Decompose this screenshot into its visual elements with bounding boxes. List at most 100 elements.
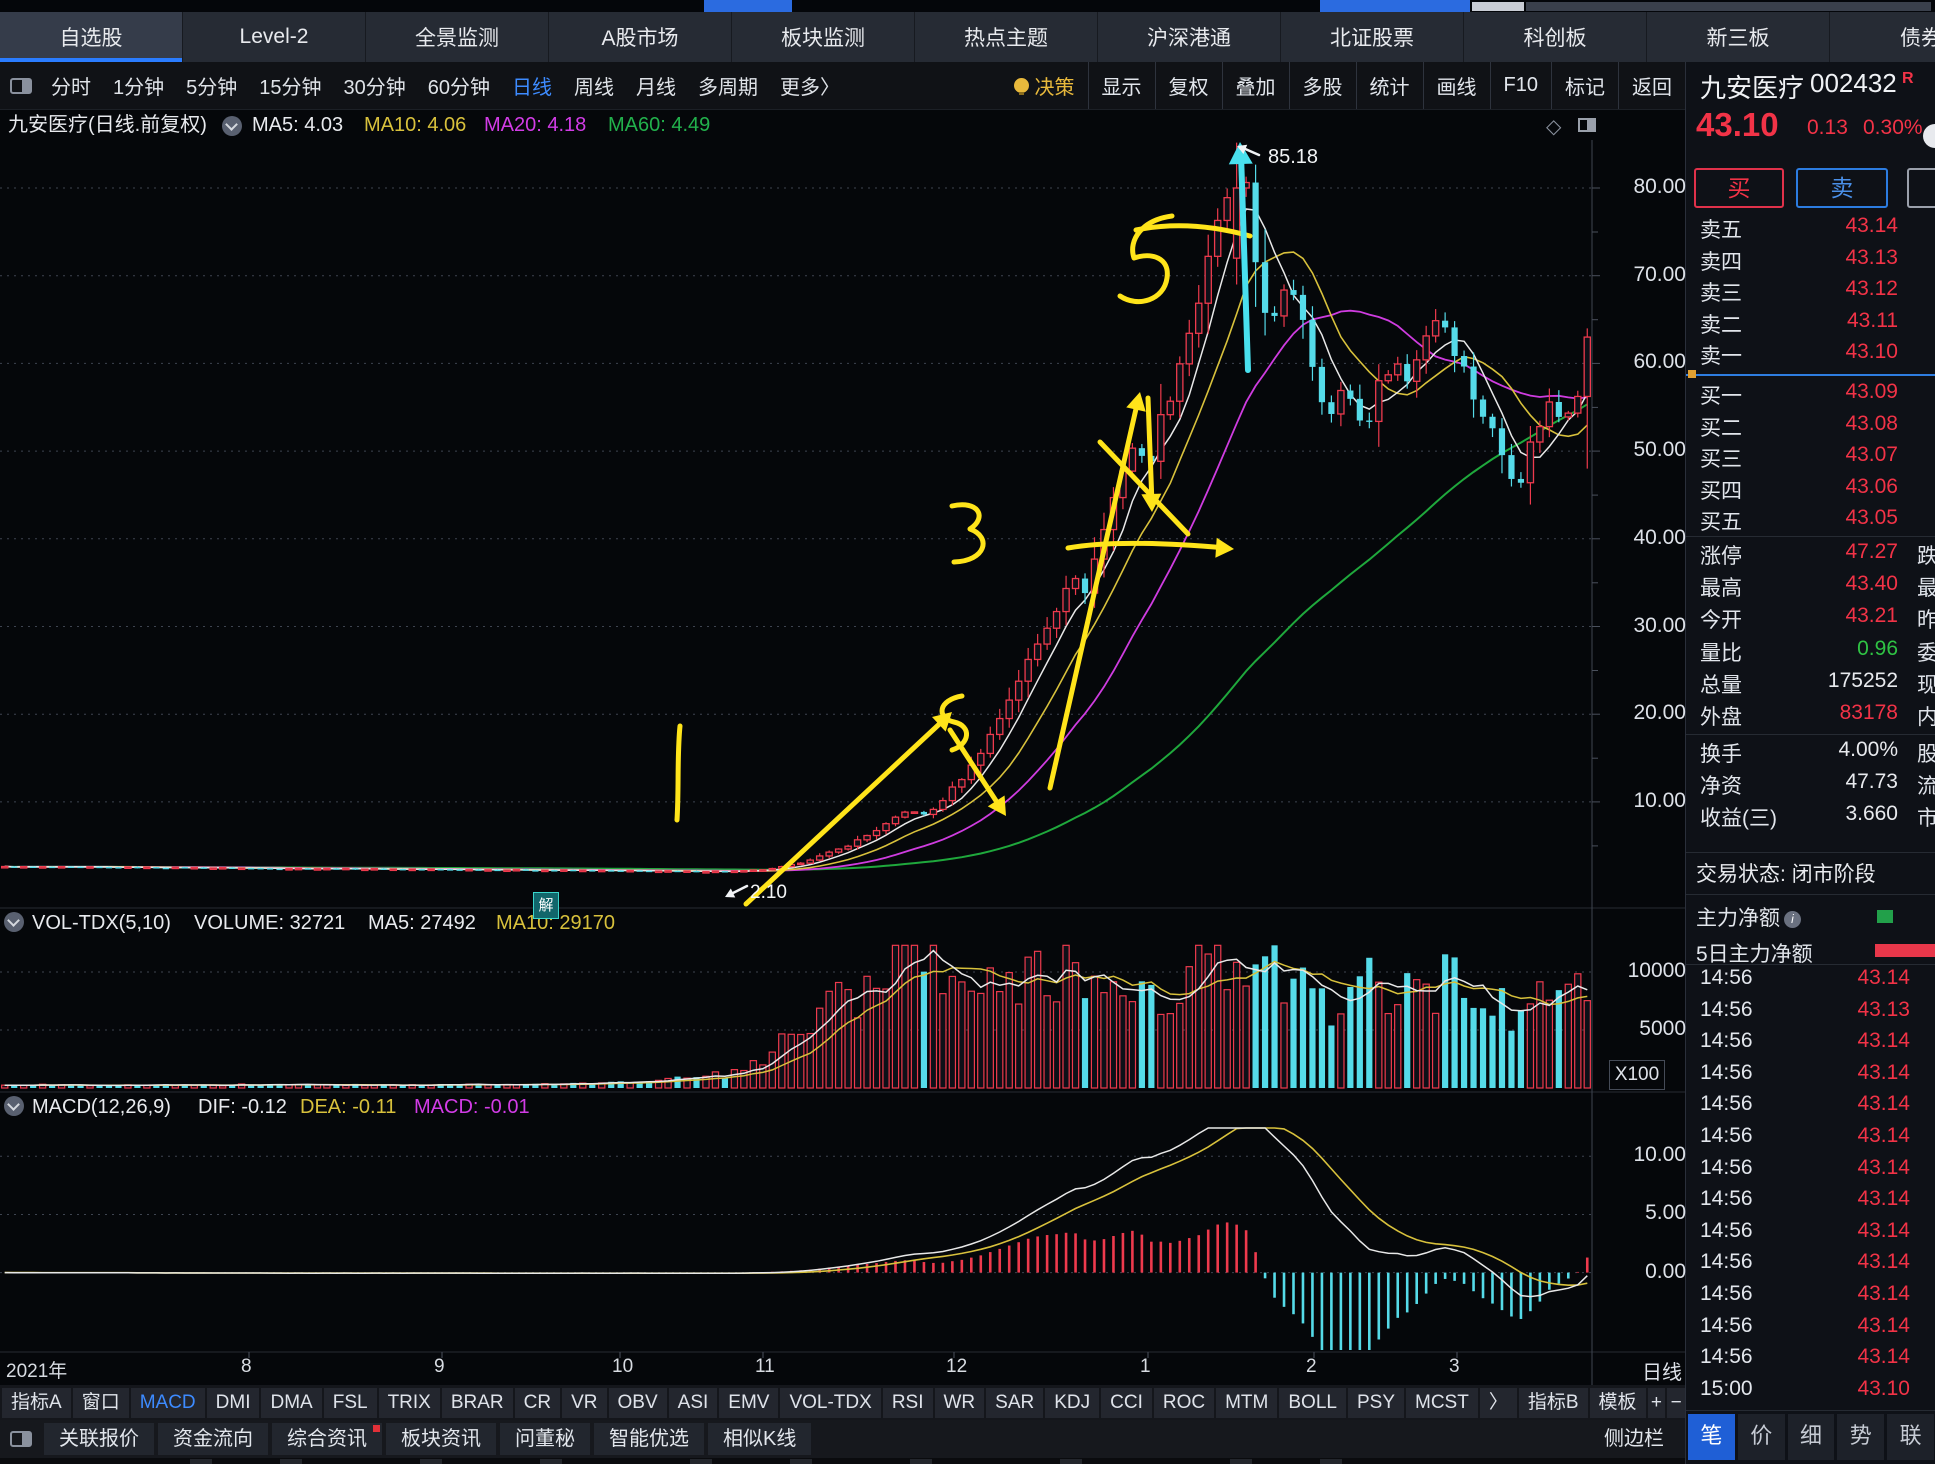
bid-row-3[interactable]: 买三43.07 (1686, 443, 1935, 474)
clipped-second-column: 跌 (1917, 540, 1935, 570)
bottom-tab-5[interactable]: 问董秘 (500, 1423, 590, 1455)
indicator-tab-21[interactable]: MTM (1216, 1388, 1277, 1418)
indicator-tab-5[interactable]: DMA (261, 1388, 321, 1418)
level-label: 卖一 (1700, 340, 1742, 370)
bottom-tab-3[interactable]: 综合资讯 (272, 1423, 382, 1455)
indicator-tab-3[interactable]: MACD (131, 1388, 205, 1418)
stat-value: 47.73 (1776, 770, 1898, 794)
date-axis-label: 1 (1140, 1356, 1151, 1378)
indicator-tab-22[interactable]: BOLL (1279, 1388, 1346, 1418)
indicator-tab-27[interactable]: 模板 (1590, 1388, 1646, 1418)
indicator-tab-23[interactable]: PSY (1348, 1388, 1404, 1418)
bid-row-1[interactable]: 买一43.09 (1686, 380, 1935, 411)
tick-row-12[interactable]: 14:5643.14 (1686, 1314, 1935, 1345)
clipped-button[interactable] (1907, 168, 1935, 208)
quote-tab-5[interactable]: 联 (1887, 1414, 1934, 1460)
tick-row-11[interactable]: 14:5643.14 (1686, 1282, 1935, 1313)
indicator-tab-9[interactable]: CR (515, 1388, 560, 1418)
price-change: 0.13 (1807, 116, 1848, 140)
volume-unit-box: X100 (1609, 1060, 1665, 1090)
stat-label: 总量 (1700, 669, 1742, 699)
tick-row-5[interactable]: 14:5643.14 (1686, 1092, 1935, 1123)
bid-row-4[interactable]: 买四43.06 (1686, 475, 1935, 506)
indicator-tab-bar: 指标A窗口MACDDMIDMAFSLTRIXBRARCRVROBVASIEMVV… (0, 1385, 1685, 1420)
indicator-tab-16[interactable]: WR (935, 1388, 985, 1418)
tick-row-3[interactable]: 14:5643.14 (1686, 1029, 1935, 1060)
bottom-tab-6[interactable]: 智能优选 (594, 1423, 704, 1455)
sell-button[interactable]: 卖 (1796, 168, 1888, 208)
clipped-second-column: 股 (1917, 738, 1935, 768)
buy-button[interactable]: 买 (1694, 168, 1784, 208)
quote-tab-1[interactable]: 笔 (1688, 1414, 1735, 1460)
tick-time: 14:56 (1700, 1124, 1753, 1148)
tick-row-14[interactable]: 15:0043.10 (1686, 1377, 1935, 1408)
tick-row-6[interactable]: 14:5643.14 (1686, 1124, 1935, 1155)
bottom-tab-4[interactable]: 板块资讯 (386, 1423, 496, 1455)
tick-row-7[interactable]: 14:5643.14 (1686, 1156, 1935, 1187)
taskbar-icon (1320, 1459, 1342, 1464)
indicator-tab-24[interactable]: MCST (1406, 1388, 1478, 1418)
sidebar-toggle-button[interactable]: 侧边栏 (1586, 1423, 1682, 1455)
quote-tab-3[interactable]: 细 (1788, 1414, 1835, 1460)
bid-row-2[interactable]: 买二43.08 (1686, 412, 1935, 443)
indicator-tab-10[interactable]: VR (562, 1388, 606, 1418)
tick-row-13[interactable]: 14:5643.14 (1686, 1345, 1935, 1376)
indicator-tab-14[interactable]: VOL-TDX (780, 1388, 880, 1418)
tick-row-2[interactable]: 14:5643.13 (1686, 998, 1935, 1029)
indicator-tab-20[interactable]: ROC (1154, 1388, 1214, 1418)
panel-icon[interactable] (10, 1431, 32, 1447)
indicator-tab-2[interactable]: 窗口 (73, 1388, 129, 1418)
clipped-widget (1923, 124, 1935, 148)
indicator-tab-26[interactable]: 指标B (1519, 1388, 1588, 1418)
ask-row-4[interactable]: 卖四43.13 (1686, 246, 1935, 277)
bottom-tab-1[interactable]: 关联报价 (44, 1423, 154, 1455)
tick-row-4[interactable]: 14:5643.14 (1686, 1061, 1935, 1092)
indicator-tab-6[interactable]: FSL (324, 1388, 377, 1418)
axis-period-label: 日线 (1610, 1356, 1682, 1385)
tick-price: 43.10 (1776, 1377, 1910, 1401)
ask-row-1[interactable]: 卖一43.10 (1686, 340, 1935, 371)
indicator-tab-19[interactable]: CCI (1101, 1388, 1152, 1418)
indicator-tab-28[interactable]: + (1648, 1388, 1666, 1418)
axis-tick-label: 40.00 (1598, 526, 1686, 550)
chart-canvas[interactable] (0, 0, 1935, 1464)
quote-tab-2[interactable]: 价 (1738, 1414, 1785, 1460)
tick-row-1[interactable]: 14:5643.14 (1686, 966, 1935, 997)
level-label: 买二 (1700, 412, 1742, 442)
indicator-tab-11[interactable]: OBV (609, 1388, 667, 1418)
indicator-tab-15[interactable]: RSI (883, 1388, 933, 1418)
level-label: 卖二 (1700, 309, 1742, 339)
ask-row-2[interactable]: 卖二43.11 (1686, 309, 1935, 340)
indicator-tab-7[interactable]: TRIX (379, 1388, 440, 1418)
indicator-tab-8[interactable]: BRAR (442, 1388, 513, 1418)
tick-time: 14:56 (1700, 1250, 1753, 1274)
bottom-tab-2[interactable]: 资金流向 (158, 1423, 268, 1455)
jie-badge[interactable]: 解 (533, 892, 559, 919)
level-label: 卖四 (1700, 246, 1742, 276)
bottom-tab-7[interactable]: 相似K线 (708, 1423, 811, 1455)
stat-row-9: 收益(三)3.660市 (1686, 802, 1935, 833)
tick-row-8[interactable]: 14:5643.14 (1686, 1187, 1935, 1218)
info-icon[interactable] (1784, 911, 1801, 928)
stat-value: 0.96 (1776, 637, 1898, 661)
taskbar-icon (690, 1459, 712, 1464)
ask-row-3[interactable]: 卖三43.12 (1686, 277, 1935, 308)
tick-price: 43.14 (1776, 1029, 1910, 1053)
bid-row-5[interactable]: 买五43.05 (1686, 506, 1935, 537)
indicator-tab-13[interactable]: EMV (719, 1388, 778, 1418)
indicator-tab-12[interactable]: ASI (669, 1388, 718, 1418)
indicator-tab-18[interactable]: KDJ (1045, 1388, 1099, 1418)
clipped-second-column: 委 (1917, 637, 1935, 667)
ask-row-5[interactable]: 卖五43.14 (1686, 214, 1935, 245)
tick-row-10[interactable]: 14:5643.14 (1686, 1250, 1935, 1281)
indicator-tab-17[interactable]: SAR (986, 1388, 1043, 1418)
quote-tab-4[interactable]: 势 (1837, 1414, 1884, 1460)
indicator-tab-25[interactable]: 〉 (1480, 1388, 1517, 1418)
indicator-tab-29[interactable]: − (1667, 1388, 1685, 1418)
tick-time: 14:56 (1700, 1061, 1753, 1085)
indicator-tab-1[interactable]: 指标A (2, 1388, 71, 1418)
tick-row-9[interactable]: 14:5643.14 (1686, 1219, 1935, 1250)
stat-label: 外盘 (1700, 701, 1742, 731)
indicator-tab-4[interactable]: DMI (207, 1388, 260, 1418)
stat-row-7: 换手4.00%股 (1686, 738, 1935, 769)
